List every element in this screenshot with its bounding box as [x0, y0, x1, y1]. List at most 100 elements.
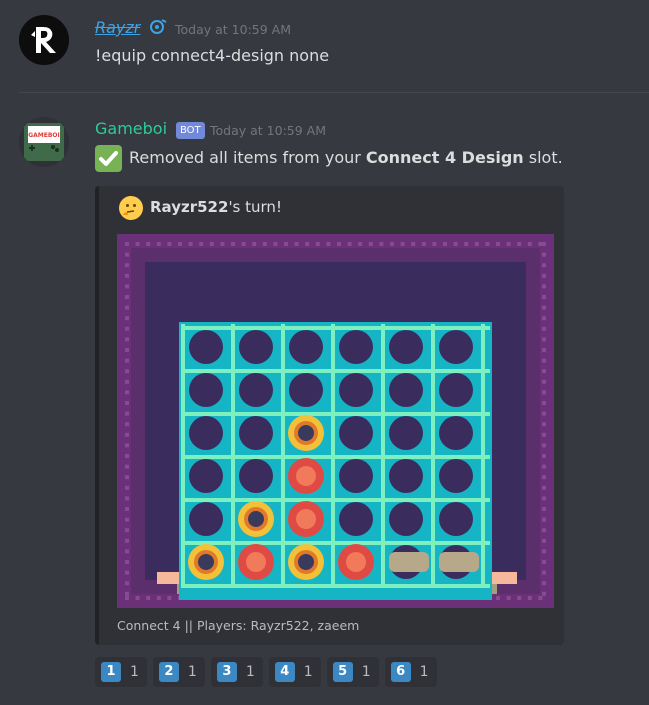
embed-author-suffix: 's turn! [228, 198, 282, 216]
board-hole [189, 502, 223, 536]
border-dot [262, 242, 267, 246]
reaction-count: 1 [187, 664, 197, 680]
grid-line-h [181, 326, 490, 330]
reaction-1[interactable]: 11 [95, 657, 147, 687]
border-dot [125, 284, 129, 289]
yellow-piece-center [298, 425, 314, 441]
border-dot [542, 337, 546, 342]
border-dot [125, 443, 129, 448]
border-dot [542, 284, 546, 289]
reaction-count: 1 [361, 664, 371, 680]
border-dot [337, 242, 341, 246]
border-dot [199, 242, 204, 246]
message-content: !equip connect4-design none [95, 46, 330, 65]
gameboy-icon: GAMEBOI [19, 117, 69, 167]
border-dot [542, 401, 546, 405]
reaction-count: 1 [303, 664, 313, 680]
board-hole [289, 373, 323, 407]
board-hole [189, 416, 223, 450]
reactions-bar: 11 21 31 41 51 61 [95, 657, 437, 687]
yellow-piece-center [298, 554, 314, 570]
gameboy-screen-label: GAMEBOI [28, 132, 60, 139]
border-dot [542, 432, 546, 437]
user-avatar[interactable] [19, 15, 69, 65]
border-dot [368, 242, 373, 246]
border-dot [125, 570, 129, 575]
border-dot [506, 596, 511, 600]
grid-line-h [181, 584, 490, 588]
keycap-4-icon: 4 [274, 662, 295, 682]
border-dot [542, 316, 546, 321]
border-dot [125, 496, 129, 501]
border-dot [542, 358, 546, 363]
border-dot [542, 464, 546, 469]
border-dot [252, 242, 257, 246]
border-dot [538, 596, 543, 600]
border-dot [125, 549, 129, 554]
border-dot [125, 507, 129, 511]
border-dot [542, 528, 546, 533]
border-dot [326, 242, 331, 246]
border-dot [411, 242, 416, 246]
message-username[interactable]: Rayzr [95, 18, 140, 37]
border-dot [527, 242, 532, 246]
border-dot [146, 242, 151, 246]
border-dot [125, 316, 129, 321]
border-dot [125, 538, 129, 543]
border-dot [125, 411, 129, 416]
thinking-face-icon [119, 196, 143, 220]
grid-line-h [181, 369, 490, 373]
border-dot [125, 591, 129, 596]
border-dot [542, 379, 546, 384]
board-hole [439, 502, 473, 536]
border-dot [432, 242, 437, 246]
border-dot [241, 242, 246, 246]
keycap-3-icon: 3 [216, 662, 237, 682]
message-timestamp: Today at 10:59 AM [175, 22, 291, 37]
board-hole [339, 330, 373, 364]
bot-username[interactable]: Gameboi [95, 119, 167, 138]
nitro-icon [148, 18, 168, 36]
grid-line-v [181, 324, 185, 586]
border-dot [542, 242, 546, 246]
border-dot [496, 242, 500, 246]
border-dot [527, 596, 532, 600]
border-dot [542, 581, 546, 586]
reaction-6[interactable]: 61 [384, 657, 437, 687]
grid-line-h [181, 455, 490, 459]
embed-footer: Connect 4 || Players: Rayzr522, zaeem [117, 618, 360, 633]
reaction-2[interactable]: 21 [152, 657, 205, 687]
grid-line-v [381, 324, 385, 586]
board-hole [439, 330, 473, 364]
reaction-3[interactable]: 31 [210, 657, 263, 687]
border-dot [125, 464, 129, 469]
reaction-4[interactable]: 41 [268, 657, 321, 687]
red-piece-center [296, 466, 316, 486]
border-dot [167, 596, 172, 600]
board-hole [389, 416, 423, 450]
reaction-count: 1 [130, 664, 139, 680]
border-dot [125, 517, 129, 522]
content-suffix: slot. [523, 148, 563, 167]
board-hole [389, 373, 423, 407]
border-dot [146, 596, 151, 600]
border-dot [125, 305, 129, 310]
border-dot [188, 242, 193, 246]
board-hole [289, 330, 323, 364]
border-dot [125, 242, 129, 246]
border-dot [125, 390, 129, 395]
grid-line-v [331, 324, 335, 586]
board-hole [439, 459, 473, 493]
message-timestamp: Today at 10:59 AM [210, 123, 326, 138]
border-dot [506, 242, 511, 246]
border-dot [125, 581, 129, 586]
board-hole [389, 330, 423, 364]
reaction-5[interactable]: 51 [326, 657, 379, 687]
bot-badge: BOT [176, 122, 205, 139]
border-dot [542, 560, 546, 564]
border-dot [125, 560, 129, 564]
border-dot [358, 242, 363, 246]
border-dot [178, 242, 182, 246]
bot-avatar[interactable]: GAMEBOI [19, 117, 69, 167]
board-hole [439, 416, 473, 450]
